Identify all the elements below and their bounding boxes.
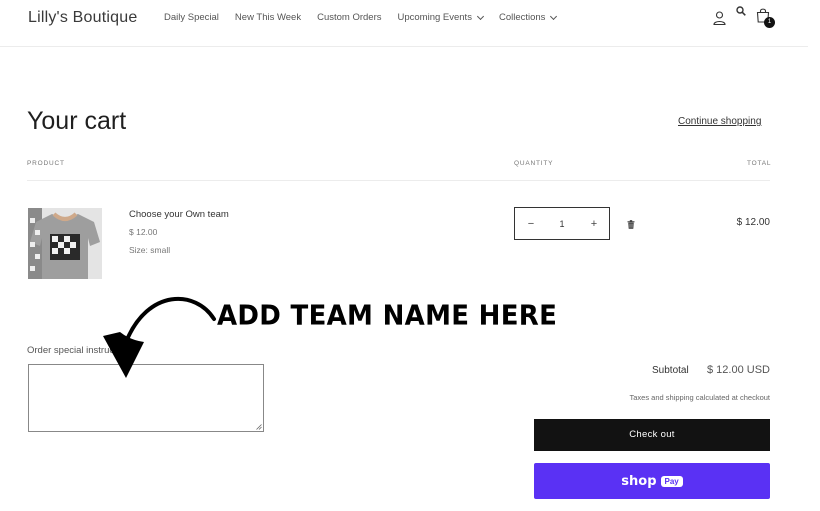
quantity-decrease-button[interactable]: − (523, 216, 539, 232)
subtotal-label: Subtotal (652, 365, 689, 376)
product-size: Size: small (129, 245, 171, 255)
nav-label: Collections (498, 12, 546, 23)
quantity-increase-button[interactable]: + (586, 216, 602, 232)
column-header-total: TOTAL (747, 160, 772, 167)
product-price: $ 12.00 (129, 227, 158, 237)
product-thumbnail[interactable] (28, 208, 102, 279)
search-icon[interactable] (736, 6, 746, 16)
continue-shopping-link[interactable]: Continue shopping (678, 116, 761, 127)
column-header-quantity: QUANTITY (514, 160, 554, 167)
column-header-product: PRODUCT (27, 160, 65, 167)
nav-custom-orders[interactable]: Custom Orders (317, 12, 381, 23)
site-header: Lilly's Boutique Daily Special New This … (0, 0, 808, 47)
resize-grip-icon[interactable] (256, 424, 262, 430)
main-nav: Daily Special New This Week Custom Order… (164, 12, 558, 23)
annotation-text: ADD TEAM NAME HERE (217, 300, 558, 332)
account-icon[interactable] (713, 11, 726, 25)
chevron-down-icon (550, 12, 558, 20)
nav-daily-special[interactable]: Daily Special (164, 12, 219, 23)
subtotal-value: $ 12.00 USD (707, 364, 770, 376)
nav-upcoming-events[interactable]: Upcoming Events (397, 12, 484, 23)
nav-collections[interactable]: Collections (498, 12, 558, 23)
page-title: Your cart (27, 107, 127, 135)
store-logo[interactable]: Lilly's Boutique (28, 9, 137, 27)
quantity-input[interactable] (553, 216, 571, 232)
taxes-note: Taxes and shipping calculated at checkou… (629, 393, 770, 402)
cart-count-badge: 1 (764, 17, 775, 28)
shop-pay-shop-text: shop (621, 473, 657, 489)
quantity-stepper: − + (514, 207, 610, 240)
checkout-button[interactable]: Check out (534, 419, 770, 451)
tshirt-product-image (28, 208, 102, 279)
table-divider (27, 180, 770, 181)
nav-label: Custom Orders (317, 12, 382, 23)
nav-label: Daily Special (164, 12, 219, 23)
nav-new-this-week[interactable]: New This Week (235, 12, 301, 23)
trash-icon[interactable] (627, 220, 635, 229)
product-name[interactable]: Choose your Own team (129, 209, 229, 220)
nav-label: Upcoming Events (397, 12, 472, 23)
curved-arrow-icon (103, 295, 217, 378)
chevron-down-icon (476, 12, 484, 20)
shop-pay-button[interactable]: shop Pay (534, 463, 770, 499)
nav-label: New This Week (234, 12, 302, 23)
shop-pay-pay-badge: Pay (660, 475, 683, 487)
line-item-total: $ 12.00 (736, 217, 770, 228)
